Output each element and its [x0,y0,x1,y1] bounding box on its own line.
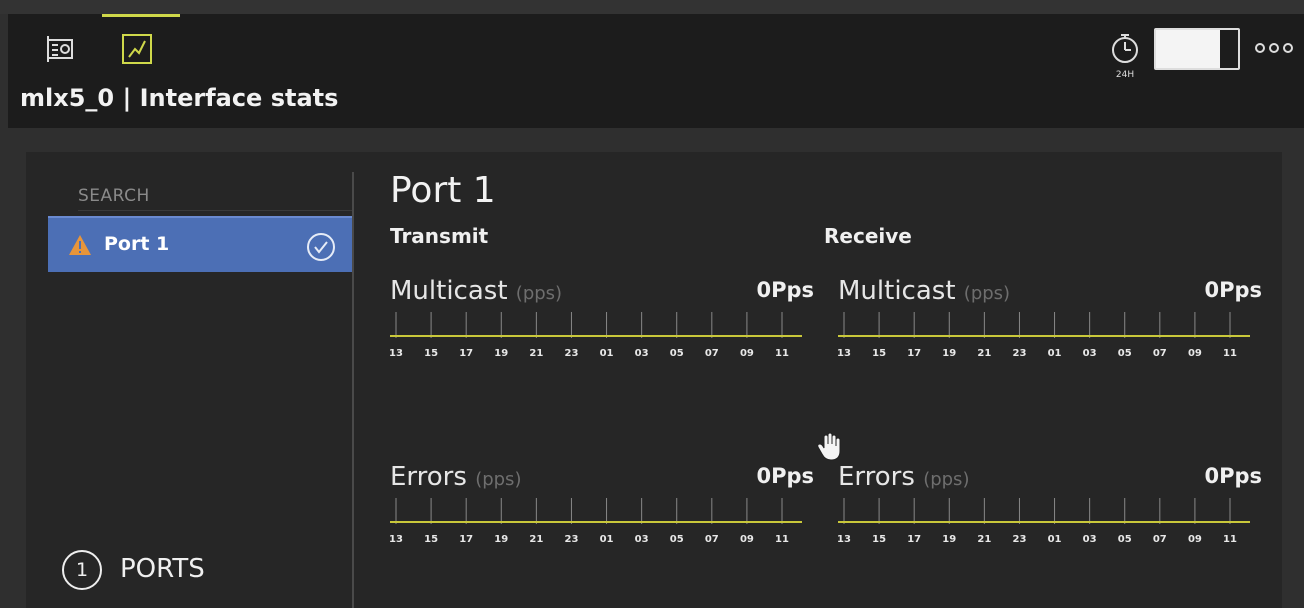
x-tick-label: 15 [424,534,438,545]
x-tick-label: 09 [1188,534,1202,545]
transmit-errors-chart: Errors (pps) 0Pps 13 15 17 19 21 23 01 03 05 07 09… [389,462,814,562]
sidebar: SEARCH Port 1 1 PORTS [26,152,352,608]
chart-unit: (pps) [923,469,970,490]
x-tick-label: 15 [872,534,886,545]
x-tick-label: 15 [872,348,886,359]
search-underline [78,210,352,211]
active-tab-indicator [102,14,180,17]
main-panel: SEARCH Port 1 1 PORTS Port 1 Transmit Re… [26,152,1282,608]
x-tick-label: 13 [389,348,403,359]
chart-title-text: Errors [390,462,467,492]
transmit-heading: Transmit [390,224,489,248]
timer-label: 24H [1116,70,1134,80]
x-tick-label: 11 [1223,534,1237,545]
x-tick-label: 09 [1188,348,1202,359]
port-title: Port 1 [390,170,496,211]
chart-title-text: Multicast [838,276,956,306]
x-tick-label: 03 [635,348,649,359]
x-tick-label: 01 [1048,348,1062,359]
warning-icon [69,235,91,255]
x-tick-label: 05 [670,534,684,545]
x-tick-label: 21 [529,534,543,545]
chart-title-text: Multicast [390,276,508,306]
x-tick-label: 17 [907,534,921,545]
chart-unit: (pps) [515,283,563,304]
x-tick-label: 15 [424,348,438,359]
chart-plot: 13 15 17 19 21 23 01 03 05 07 09 11 [389,498,802,545]
x-tick-label: 21 [977,534,991,545]
x-tick-label: 19 [942,348,956,359]
chart-plot: 13 15 17 19 21 23 01 03 05 07 09 11 [389,312,802,359]
x-tick-label: 19 [494,348,508,359]
check-circle-icon [307,233,335,261]
ports-label: PORTS [120,554,205,584]
x-tick-label: 07 [705,348,719,359]
stats-content: Port 1 Transmit Receive Multicast (pps) … [389,152,1282,608]
x-tick-label: 13 [837,534,851,545]
header-bar: mlx5_0 | Interface stats 24H [8,14,1304,128]
x-tick-label: 03 [1083,348,1097,359]
x-tick-label: 17 [459,534,473,545]
x-tick-label: 17 [907,348,921,359]
chart-title: Multicast (pps) [838,276,1010,306]
x-tick-label: 05 [1118,534,1132,545]
x-tick-label: 21 [529,348,543,359]
x-tick-label: 01 [600,348,614,359]
x-tick-label: 07 [1153,534,1167,545]
x-tick-label: 21 [977,348,991,359]
chart-current-value: 0Pps [756,464,814,488]
sidebar-divider [352,172,354,608]
x-tick-label: 13 [389,534,403,545]
chart-current-value: 0Pps [1204,278,1262,302]
x-tick-label: 23 [1012,534,1026,545]
chart-plot: 13 15 17 19 21 23 01 03 05 07 09 11 [837,498,1250,545]
x-tick-label: 19 [494,534,508,545]
chart-current-value: 0Pps [756,278,814,302]
chart-unit: (pps) [475,469,522,490]
x-tick-label: 07 [705,534,719,545]
x-tick-label: 17 [459,348,473,359]
x-tick-label: 11 [775,534,789,545]
transmit-multicast-chart: Multicast (pps) 0Pps 13 15 17 19 21 23 01 03 05 0… [389,276,814,376]
stats-chart-icon[interactable] [120,32,154,66]
timer-24h-icon[interactable]: 24H [1106,32,1144,80]
receive-multicast-chart: Multicast (pps) 0Pps 13 15 17 19 21 23 01 03 05 0… [837,276,1262,376]
x-tick-label: 01 [600,534,614,545]
x-tick-label: 11 [1223,348,1237,359]
sidebar-item-port-1[interactable]: Port 1 [48,216,352,272]
chart-title: Multicast (pps) [390,276,562,306]
view-toggle[interactable] [1154,28,1240,70]
chart-title-text: Errors [838,462,915,492]
hand-cursor-icon [817,432,841,461]
x-tick-label: 05 [1118,348,1132,359]
hardware-card-icon[interactable] [44,32,78,66]
x-tick-label: 11 [775,348,789,359]
chart-plot: 13 15 17 19 21 23 01 03 05 07 09 11 [837,312,1250,359]
x-tick-label: 05 [670,348,684,359]
x-tick-label: 13 [837,348,851,359]
toggle-knob [1156,30,1220,68]
x-tick-label: 19 [942,534,956,545]
chart-current-value: 0Pps [1204,464,1262,488]
x-tick-label: 23 [1012,348,1026,359]
ports-count-badge: 1 [62,550,102,590]
x-tick-label: 09 [740,348,754,359]
chart-unit: (pps) [963,283,1011,304]
x-tick-label: 03 [1083,534,1097,545]
receive-heading: Receive [824,224,912,248]
sidebar-item-label: Port 1 [104,233,170,255]
search-input[interactable]: SEARCH [78,186,150,206]
x-tick-label: 23 [564,348,578,359]
more-options-icon[interactable] [1254,40,1294,56]
window-top-strip [0,0,1304,14]
x-tick-label: 23 [564,534,578,545]
chart-title: Errors (pps) [390,462,521,492]
x-tick-label: 09 [740,534,754,545]
x-tick-label: 01 [1048,534,1062,545]
x-tick-label: 03 [635,534,649,545]
receive-errors-chart: Errors (pps) 0Pps 13 15 17 19 21 23 01 03 05 07 09… [837,462,1262,562]
chart-title: Errors (pps) [838,462,969,492]
page-title: mlx5_0 | Interface stats [20,84,339,112]
x-tick-label: 07 [1153,348,1167,359]
